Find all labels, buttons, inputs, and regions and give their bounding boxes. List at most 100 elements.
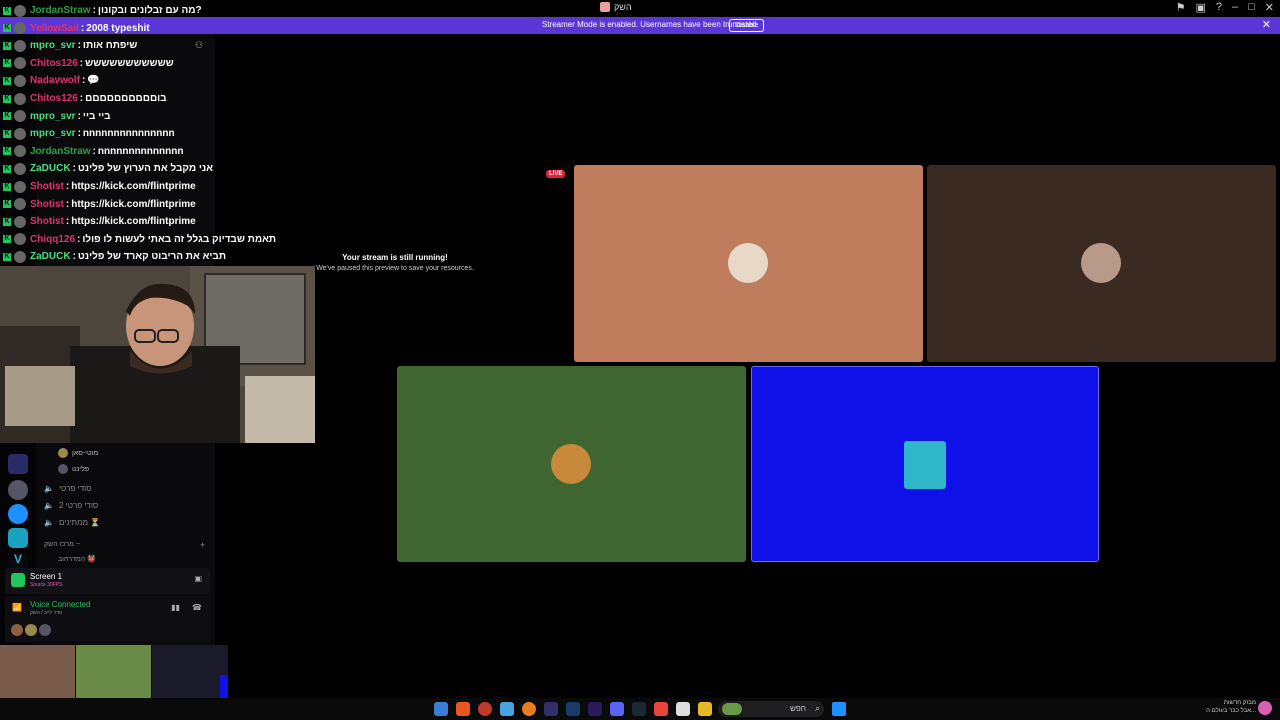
chat-text: תאמת שבדיוק בגלל זה באתי לעשות לו פולו bbox=[82, 233, 277, 245]
chat-separator: : bbox=[79, 93, 84, 104]
app-icon[interactable] bbox=[522, 702, 536, 716]
chat-avatar bbox=[14, 198, 26, 211]
noise-suppression-icon[interactable]: ▮▮ bbox=[171, 603, 180, 612]
avatar[interactable] bbox=[25, 624, 37, 636]
stop-share-icon[interactable]: ▣ bbox=[194, 574, 202, 583]
widget-avatar[interactable] bbox=[1258, 701, 1272, 715]
avatar[interactable] bbox=[11, 624, 23, 636]
close-window-icon[interactable]: ✕ bbox=[1265, 1, 1274, 14]
news-sub: אבל כבר בעולם ה... bbox=[1206, 708, 1256, 714]
app-icon[interactable] bbox=[478, 702, 492, 716]
chat-message: K Shotist : https://kick.com/flintprime bbox=[3, 178, 196, 195]
chat-username[interactable]: JordanStraw bbox=[30, 5, 91, 16]
tile-user-2[interactable] bbox=[927, 165, 1276, 362]
chat-username[interactable]: Shotist bbox=[30, 199, 64, 210]
server-icon[interactable] bbox=[8, 480, 28, 500]
chat-username[interactable]: ZaDUCK bbox=[30, 163, 71, 174]
kick-badge-icon: K bbox=[3, 76, 11, 85]
screen-share-panel[interactable]: Screen 1 Source 30FPS ▣ bbox=[5, 568, 210, 594]
brave-icon[interactable] bbox=[654, 702, 668, 716]
chat-text: 💬 bbox=[87, 75, 100, 87]
voice-user[interactable]: מוטי-סאן bbox=[58, 448, 98, 458]
help-icon[interactable]: ? bbox=[1216, 1, 1222, 14]
text-channel[interactable]: המדרחוב 👹 bbox=[58, 555, 96, 563]
premiere-icon[interactable] bbox=[588, 702, 602, 716]
avatar[interactable] bbox=[39, 624, 51, 636]
banner-close-icon[interactable]: ✕ bbox=[1262, 18, 1271, 31]
tile-user-4[interactable] bbox=[751, 366, 1099, 562]
search-highlight-icon bbox=[722, 703, 742, 715]
app-icon[interactable] bbox=[544, 702, 558, 716]
kick-badge-icon: K bbox=[3, 217, 11, 226]
chat-username[interactable]: ZaDUCK bbox=[30, 251, 71, 262]
folder-icon[interactable] bbox=[698, 702, 712, 716]
kick-badge-icon: K bbox=[3, 112, 11, 121]
chat-username[interactable]: YellowSail bbox=[30, 23, 79, 34]
premiere-server-icon[interactable] bbox=[8, 454, 28, 474]
start-icon[interactable] bbox=[832, 702, 846, 716]
speaker-icon: 🔈 bbox=[44, 484, 54, 493]
chat-separator: : bbox=[82, 75, 86, 87]
speaker-icon: 🔈 bbox=[44, 501, 54, 510]
chat-message: K JordanStraw : nnnnnnnnnnnnnn bbox=[3, 143, 183, 160]
chat-username[interactable]: Chiqq126 bbox=[30, 234, 75, 245]
chat-separator: : bbox=[80, 22, 85, 34]
chat-username[interactable]: Shotist bbox=[30, 181, 64, 192]
chat-message: K Chitos126 : בוםםםםםםםםםם bbox=[3, 90, 167, 107]
chat-avatar bbox=[14, 4, 26, 17]
chat-username[interactable]: JordanStraw bbox=[30, 146, 91, 157]
chat-username[interactable]: mpro_svr bbox=[30, 40, 76, 51]
taskbar-search[interactable]: חפש ⌕ bbox=[718, 701, 824, 717]
channel-category[interactable]: מרכז השק ~ bbox=[44, 541, 80, 548]
stream-chat-overlay: K JordanStraw : מה עם זבלונים ובקונון? K Ye… bbox=[0, 0, 320, 265]
app-icon[interactable] bbox=[434, 702, 448, 716]
add-channel-icon[interactable]: + bbox=[200, 540, 205, 550]
disconnect-icon[interactable]: ☎ bbox=[192, 603, 202, 612]
chat-text: מה עם זבלונים ובקונון? bbox=[97, 5, 202, 16]
pin-icon[interactable]: ⚑ bbox=[1176, 1, 1186, 14]
chat-avatar bbox=[14, 180, 26, 193]
chat-separator: : bbox=[65, 216, 70, 228]
chat-text: https://kick.com/flintprime bbox=[71, 216, 196, 228]
tile-user-1[interactable] bbox=[574, 165, 923, 362]
discord-icon[interactable] bbox=[610, 702, 624, 716]
inbox-icon[interactable]: ▣ bbox=[1195, 1, 1205, 14]
app-icon[interactable] bbox=[456, 702, 470, 716]
chat-message: Kmpro_svr : ביי ביי bbox=[3, 108, 111, 125]
app-icon[interactable] bbox=[500, 702, 514, 716]
server-icon[interactable] bbox=[8, 504, 28, 524]
chat-username[interactable]: Shotist bbox=[30, 216, 64, 227]
kick-badge-icon: K bbox=[3, 147, 11, 156]
chat-username[interactable]: mpro_svr bbox=[30, 128, 76, 139]
chat-username[interactable]: Chitos126 bbox=[30, 58, 78, 69]
voice-channel[interactable]: 🔈 סודי פרטי 2 bbox=[44, 501, 98, 510]
chat-separator: : bbox=[77, 128, 81, 140]
chat-avatar bbox=[14, 74, 26, 87]
after-effects-icon[interactable] bbox=[566, 702, 580, 716]
minimize-icon[interactable]: – bbox=[1232, 1, 1238, 14]
news-widget[interactable]: מבזק חדשות אבל כבר בעולם ה... bbox=[1186, 699, 1256, 715]
voice-channel-name[interactable]: חדר לייב / השק bbox=[30, 610, 62, 616]
server-icon[interactable] bbox=[8, 528, 28, 548]
chat-avatar bbox=[14, 233, 26, 246]
voice-channel[interactable]: 🔈 סודי פרטי bbox=[44, 484, 91, 493]
maximize-icon[interactable]: □ bbox=[1248, 1, 1255, 14]
kick-badge-icon: K bbox=[3, 6, 11, 15]
tile-user-3[interactable] bbox=[397, 366, 746, 562]
chat-username[interactable]: Chitos126 bbox=[30, 93, 78, 104]
screen-share-icon bbox=[11, 573, 25, 587]
chat-text: nnnnnnnnnnnnnnn bbox=[82, 128, 175, 140]
app-icon[interactable] bbox=[676, 702, 690, 716]
chat-message: K ZaDUCK : תביא את הריבוט קארד של פלינט bbox=[3, 248, 226, 265]
voice-user[interactable]: פלינט bbox=[58, 464, 89, 474]
signal-icon[interactable]: 📶 bbox=[12, 603, 22, 612]
speaker-icon: 🔈 bbox=[44, 518, 54, 527]
chat-username[interactable]: mpro_svr bbox=[30, 111, 76, 122]
chat-separator: : bbox=[72, 251, 76, 263]
chat-username[interactable]: Nadavwolf bbox=[30, 75, 80, 86]
disable-streamer-mode-button[interactable]: Disable bbox=[729, 19, 765, 32]
voice-channel[interactable]: 🔈 ממתינים ⏳ bbox=[44, 518, 100, 527]
add-friend-icon[interactable]: ⚇ bbox=[195, 40, 203, 51]
steam-icon[interactable] bbox=[632, 702, 646, 716]
chat-avatar bbox=[14, 162, 26, 175]
